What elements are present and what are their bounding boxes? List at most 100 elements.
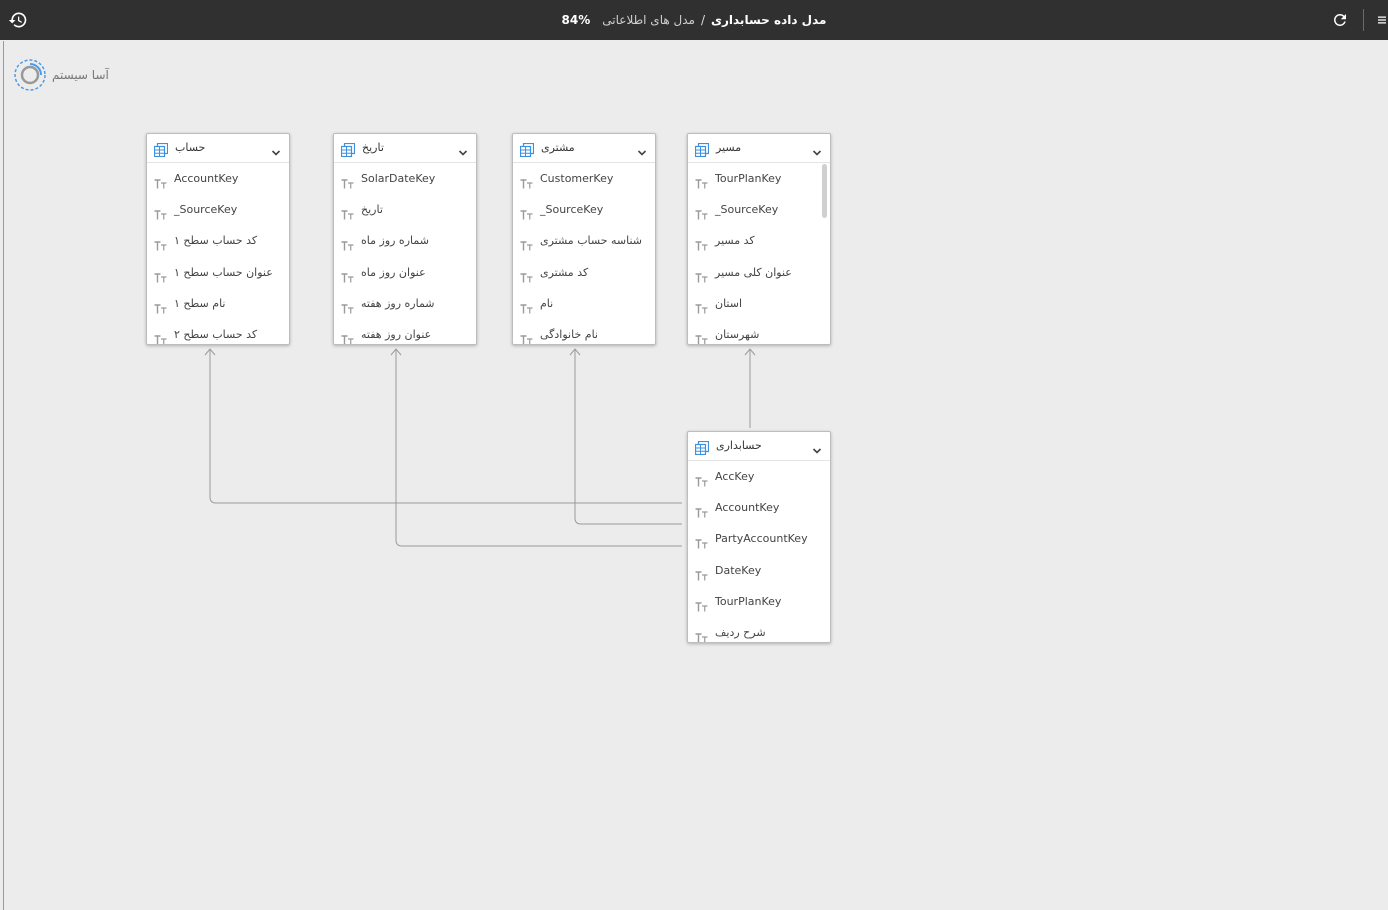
field-row[interactable]: نام سطح ۱: [147, 294, 287, 314]
field-row[interactable]: عنوان روز هفته: [334, 325, 474, 344]
text-type-icon: [695, 299, 709, 318]
field-name: کد حساب سطح ۱: [174, 234, 258, 248]
link-account: [209, 350, 682, 504]
field-row[interactable]: شماره روز هفته: [334, 294, 474, 314]
table-header[interactable]: حسابداری: [688, 432, 830, 461]
table-card[interactable]: تاریخ SolarDateKey تاریخ شماره روز ماه عنوان…: [333, 133, 477, 345]
field-name: کد مشتری: [540, 265, 589, 279]
field-row[interactable]: TourPlanKey: [688, 169, 828, 189]
field-row[interactable]: شناسه حساب مشتری: [513, 231, 653, 251]
table-name: حسابداری: [716, 439, 762, 452]
text-type-icon: [695, 268, 709, 287]
chevron-down-icon[interactable]: [812, 143, 822, 162]
field-name: عنوان حساب سطح ۱: [174, 265, 273, 279]
field-name: AccKey: [715, 470, 755, 483]
field-name: استان: [715, 296, 743, 310]
text-type-icon: [695, 205, 709, 224]
field-row[interactable]: کد حساب سطح ۱: [147, 231, 287, 251]
field-name: AccountKey: [174, 172, 239, 185]
field-row[interactable]: SolarDateKey: [334, 169, 474, 189]
field-row[interactable]: شماره روز ماه: [334, 231, 474, 251]
text-type-icon: [695, 534, 709, 553]
table-name: مشتری: [541, 141, 575, 154]
table-icon: [694, 440, 710, 459]
field-row[interactable]: AccountKey: [147, 169, 287, 189]
table-card[interactable]: مسیر TourPlanKey _SourceKey کد مسیر عنوان کل…: [687, 133, 831, 345]
field-row[interactable]: PartyAccountKey: [688, 529, 828, 549]
field-name: _SourceKey: [174, 203, 238, 217]
field-row[interactable]: TourPlanKey: [688, 592, 828, 612]
field-name: عنوان کلی مسیر: [715, 265, 792, 279]
table-header[interactable]: تاریخ: [334, 134, 476, 163]
field-row[interactable]: AccountKey: [688, 498, 828, 518]
table-icon: [694, 142, 710, 161]
table-icon: [519, 142, 535, 161]
text-type-icon: [520, 299, 534, 318]
field-name: نام سطح ۱: [174, 296, 226, 310]
field-row[interactable]: شهرستان: [688, 325, 828, 344]
field-name: شرح ردیف: [715, 626, 766, 639]
link-date: [395, 350, 682, 547]
table-card[interactable]: حسابداری AccKey AccountKey PartyAccountKey D…: [687, 431, 831, 643]
text-type-icon: [520, 205, 534, 224]
field-row[interactable]: _SourceKey: [513, 200, 653, 220]
text-type-icon: [341, 330, 355, 344]
field-row[interactable]: کد مشتری: [513, 263, 653, 283]
field-name: تاریخ: [361, 203, 383, 217]
field-row[interactable]: عنوان حساب سطح ۱: [147, 263, 287, 283]
text-type-icon: [695, 628, 709, 642]
field-name: _SourceKey: [540, 203, 604, 217]
field-row[interactable]: شرح ردیف: [688, 623, 828, 642]
field-row[interactable]: کد مسیر: [688, 231, 828, 251]
field-row[interactable]: CustomerKey: [513, 169, 653, 189]
chevron-down-icon[interactable]: [271, 143, 281, 162]
text-type-icon: [154, 299, 168, 318]
field-name: TourPlanKey: [715, 172, 782, 185]
field-row[interactable]: _SourceKey: [147, 200, 287, 220]
field-name: _SourceKey: [715, 203, 779, 217]
field-name: AccountKey: [715, 501, 780, 515]
field-row[interactable]: عنوان روز ماه: [334, 263, 474, 283]
field-name: DateKey: [715, 563, 762, 577]
text-type-icon: [695, 236, 709, 255]
field-row[interactable]: استان: [688, 294, 828, 314]
text-type-icon: [695, 566, 709, 585]
table-header[interactable]: حساب: [147, 134, 289, 163]
table-icon: [340, 142, 356, 161]
field-row[interactable]: نام خانوادگی: [513, 325, 653, 344]
field-name: PartyAccountKey: [715, 532, 808, 546]
field-name: کد حساب سطح ۲: [174, 328, 258, 341]
chevron-down-icon[interactable]: [637, 143, 647, 162]
field-row[interactable]: عنوان کلی مسیر: [688, 263, 828, 283]
table-header[interactable]: مشتری: [513, 134, 655, 163]
table-card[interactable]: حساب AccountKey _SourceKey کد حساب سطح ۱ عنو…: [146, 133, 290, 345]
field-name: عنوان روز ماه: [361, 265, 426, 279]
text-type-icon: [695, 503, 709, 522]
table-card[interactable]: مشتری CustomerKey _SourceKey شناسه حساب مشت…: [512, 133, 656, 345]
text-type-icon: [154, 174, 168, 193]
table-icon: [153, 142, 169, 161]
field-row[interactable]: DateKey: [688, 561, 828, 581]
field-row[interactable]: _SourceKey: [688, 200, 828, 220]
chevron-down-icon[interactable]: [812, 441, 822, 460]
text-type-icon: [341, 174, 355, 193]
text-type-icon: [341, 299, 355, 318]
text-type-icon: [341, 236, 355, 255]
field-name: نام خانوادگی: [540, 328, 598, 341]
text-type-icon: [520, 236, 534, 255]
scrollbar-thumb[interactable]: [822, 164, 827, 218]
field-name: شهرستان: [715, 328, 760, 341]
field-name: CustomerKey: [540, 172, 614, 185]
field-name: شناسه حساب مشتری: [540, 234, 643, 248]
table-header[interactable]: مسیر: [688, 134, 830, 163]
field-name: شماره روز هفته: [361, 296, 435, 310]
link-customer: [574, 350, 682, 525]
field-row[interactable]: AccKey: [688, 467, 828, 487]
field-row[interactable]: تاریخ: [334, 200, 474, 220]
field-name: TourPlanKey: [715, 594, 782, 608]
field-row[interactable]: کد حساب سطح ۲: [147, 325, 287, 344]
chevron-down-icon[interactable]: [458, 143, 468, 162]
text-type-icon: [154, 330, 168, 344]
field-row[interactable]: نام: [513, 294, 653, 314]
field-name: نام: [540, 296, 554, 310]
